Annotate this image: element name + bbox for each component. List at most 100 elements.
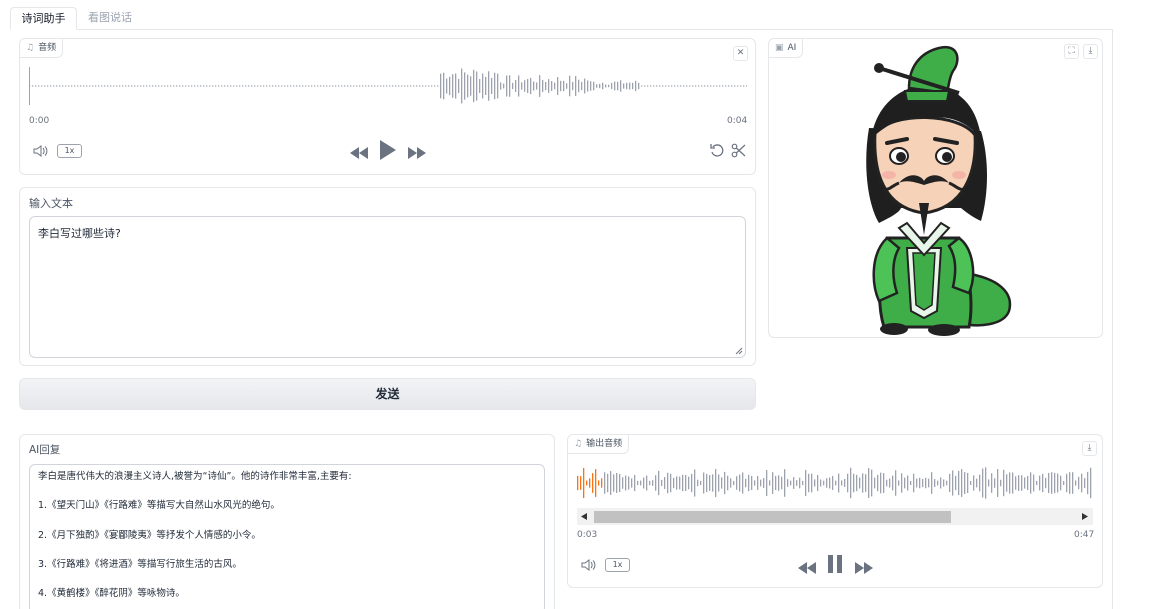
scissors-icon[interactable] [731,143,746,162]
waveform-bar [35,85,37,87]
download-image-button[interactable]: ⤓ [1083,44,1098,59]
waveform-bar [305,85,307,87]
waveform-bar [611,82,613,90]
volume-icon[interactable] [32,143,50,162]
resize-handle-icon[interactable] [735,347,743,355]
playback-rate-button[interactable]: 1x [57,144,82,158]
waveform-bar [38,85,40,87]
waveform-bar [452,74,454,98]
waveform-bar [206,85,208,87]
download-audio-button[interactable]: ⤓ [1082,441,1097,456]
waveform-bar [895,470,897,496]
scroll-right-icon[interactable] [1082,513,1088,520]
waveform-bar [62,85,64,87]
tab-divider [10,29,1113,30]
rewind-icon[interactable] [798,559,816,578]
waveform-bar [1057,473,1059,493]
waveform-bar [958,470,960,496]
waveform-bar [341,85,343,87]
waveform-bar [802,480,804,486]
waveform-bar [670,473,672,493]
waveform-bar [751,475,753,491]
waveform-bar [898,480,900,486]
pause-icon[interactable] [828,555,842,577]
waveform-bar [650,85,652,87]
waveform-bar [392,85,394,87]
waveform-bar [676,476,678,490]
audio-input-waveform[interactable] [29,65,747,107]
waveform-bar [338,85,340,87]
waveform-bar [740,85,742,87]
send-button[interactable]: 发送 [19,378,756,410]
waveform-bar [530,77,532,95]
waveform-bar [784,469,786,497]
waveform-bar [653,85,655,87]
waveform-bar [539,75,541,97]
waveform-bar [248,85,250,87]
scrollbar-thumb[interactable] [594,511,951,523]
tab-poetry-assistant[interactable]: 诗词助手 [10,7,77,30]
scroll-left-icon[interactable] [581,513,587,520]
fast-forward-icon[interactable] [855,559,873,578]
volume-icon[interactable] [580,557,598,576]
waveform-bar [83,85,85,87]
waveform-bar [455,73,457,99]
waveform-bar [323,85,325,87]
waveform-bar [934,479,936,487]
waveform-bar [844,479,846,487]
waveform-bar [686,85,688,87]
play-icon[interactable] [380,140,396,164]
waveform-bar [98,85,100,87]
rewind-icon[interactable] [350,144,368,163]
waveform-bar [119,85,121,87]
waveform-bar [817,474,819,492]
playback-rate-button[interactable]: 1x [605,558,630,572]
reply-textbox[interactable]: 李白是唐代伟大的浪漫主义诗人,被誉为“诗仙”。他的诗作非常丰富,主要有: 1.《… [29,464,545,609]
waveform-bar [125,85,127,87]
waveform-scrollbar[interactable] [577,508,1093,525]
waveform-bar [683,85,685,87]
waveform-bar [122,85,124,87]
waveform-bar [835,480,837,486]
waveform-bar [1012,472,1014,494]
waveform-bar [1039,475,1041,491]
reply-line: 1.《望天门山》《行路难》等描写大自然山水风光的绝句。 [38,500,280,512]
waveform-bar [589,478,591,488]
waveform-bar [242,85,244,87]
waveform-bar [703,472,705,494]
waveform-bar [868,468,870,498]
waveform-bar [569,75,571,97]
waveform-bar [1072,472,1074,494]
tab-picture-talk[interactable]: 看图说话 [80,7,140,30]
waveform-bar [200,85,202,87]
waveform-bar [721,477,723,489]
text-input-field[interactable]: 李白写过哪些诗? [29,216,746,358]
waveform-bar [545,81,547,91]
audio-output-waveform[interactable] [577,464,1093,502]
waveform-bar [410,85,412,87]
waveform-bar [218,85,220,87]
waveform-bar [332,85,334,87]
waveform-bar [131,85,133,87]
waveform-bar [446,78,448,94]
waveform-bar [632,82,634,90]
waveform-bar [763,478,765,488]
waveform-bar [883,473,885,493]
waveform-bar [620,80,622,92]
waveform-bar [581,81,583,91]
waveform-bar [56,85,58,87]
waveform-bar [649,480,651,486]
undo-icon[interactable] [710,143,725,162]
image-icon: ▣ [775,43,784,53]
fast-forward-icon[interactable] [408,144,426,163]
fullscreen-button[interactable]: ⛶ [1064,44,1079,59]
waveform-bar [1045,477,1047,489]
waveform-bar [1054,472,1056,494]
waveform-bar [326,85,328,87]
waveform-bar [239,85,241,87]
waveform-bar [329,85,331,87]
waveform-bar [551,81,553,91]
waveform-bar [838,473,840,493]
clear-audio-button[interactable]: ✕ [733,46,748,61]
waveform-bar [622,477,624,489]
